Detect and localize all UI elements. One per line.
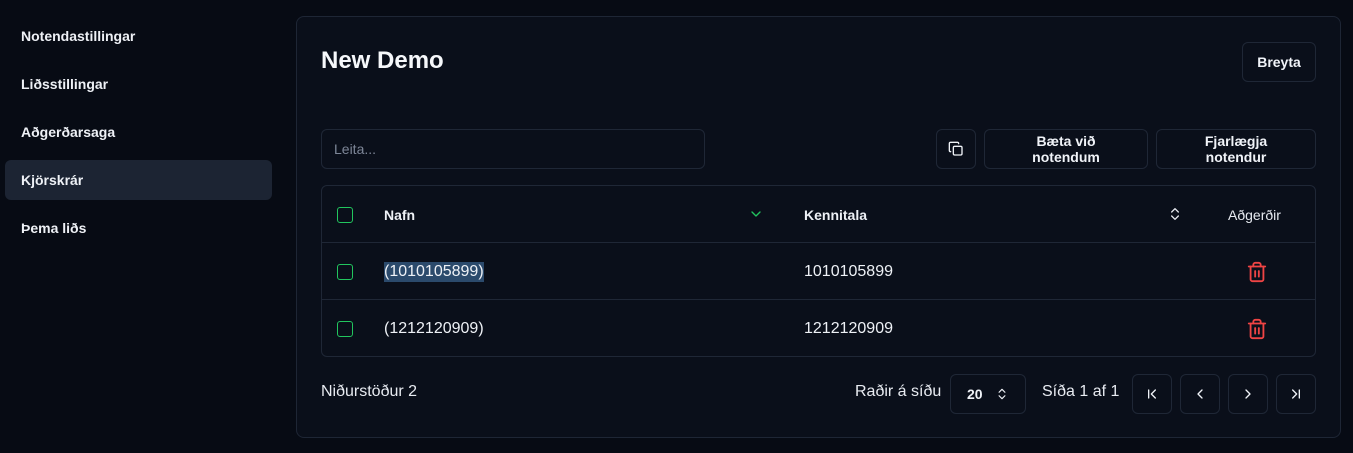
page-title: New Demo — [321, 47, 444, 74]
sidebar-item-lidsstillingar[interactable]: Liðsstillingar — [5, 64, 272, 104]
main-panel: New Demo Breyta Bæta við notendum Fjarlæ… — [296, 16, 1341, 438]
column-header-name[interactable]: Nafn — [384, 186, 415, 243]
chevrons-right-last-icon — [1292, 389, 1300, 399]
sidebar-item-thema-lids[interactable]: Þema liðs — [5, 208, 272, 248]
copy-button[interactable] — [936, 129, 976, 169]
row-name: (1212120909) — [384, 319, 484, 337]
edit-button[interactable]: Breyta — [1242, 42, 1316, 82]
row-kennitala: 1212120909 — [804, 319, 893, 337]
row-name-text: (1010105899) — [384, 261, 484, 282]
select-all-checkbox[interactable] — [337, 207, 353, 223]
rows-per-page-value: 20 — [967, 386, 983, 402]
table-row: (1010105899) 1010105899 — [322, 243, 1315, 300]
rows-per-page-label: Raðir á síðu — [855, 383, 942, 400]
rows-per-page-select[interactable]: 20 — [950, 374, 1026, 414]
sidebar-item-kjorskrar[interactable]: Kjörskrár — [5, 160, 272, 200]
sidebar-item-label: Liðsstillingar — [21, 76, 109, 92]
sidebar-item-notendastillingar[interactable]: Notendastillingar — [5, 16, 272, 56]
sidebar-item-label: Kjörskrár — [21, 172, 84, 188]
sidebar-item-adgerdarsaga[interactable]: Aðgerðarsaga — [5, 112, 272, 152]
chevron-right-icon — [1245, 389, 1251, 399]
chevrons-left-first-icon — [1148, 389, 1156, 399]
add-users-button[interactable]: Bæta við notendum — [984, 129, 1148, 169]
sidebar-item-label: Aðgerðarsaga — [21, 124, 116, 140]
column-header-actions: Aðgerðir — [1228, 206, 1281, 223]
sidebar-item-label: Þema liðs — [21, 220, 87, 236]
copy-icon — [948, 141, 963, 156]
chevrons-up-down-icon[interactable] — [1167, 206, 1183, 222]
trash-icon[interactable] — [1246, 317, 1268, 341]
table-header-row: Nafn Kennitala Aðgerðir — [322, 186, 1315, 243]
sidebar-item-label: Notendastillingar — [21, 28, 136, 44]
row-checkbox[interactable] — [337, 321, 353, 337]
results-count: Niðurstöður 2 — [321, 383, 418, 400]
table-row: (1212120909) 1212120909 — [322, 300, 1315, 356]
last-page-button[interactable] — [1276, 374, 1316, 414]
first-page-button[interactable] — [1132, 374, 1172, 414]
search-input[interactable] — [321, 129, 705, 169]
users-table: Nafn Kennitala Aðgerðir (1010105899) 101… — [321, 185, 1316, 357]
row-checkbox[interactable] — [337, 264, 353, 280]
trash-icon[interactable] — [1246, 260, 1268, 284]
next-page-button[interactable] — [1228, 374, 1268, 414]
previous-page-button[interactable] — [1180, 374, 1220, 414]
chevrons-up-down-icon — [998, 388, 1006, 400]
chevron-down-icon[interactable] — [748, 206, 764, 222]
chevron-left-icon — [1197, 389, 1203, 399]
sidebar: Notendastillingar Liðsstillingar Aðgerða… — [5, 16, 272, 256]
column-header-kennitala[interactable]: Kennitala — [804, 186, 867, 243]
row-kennitala: 1010105899 — [804, 262, 893, 280]
row-name: (1010105899) — [384, 243, 484, 300]
remove-users-button[interactable]: Fjarlægja notendur — [1156, 129, 1316, 169]
page-info: Síða 1 af 1 — [1042, 383, 1120, 400]
